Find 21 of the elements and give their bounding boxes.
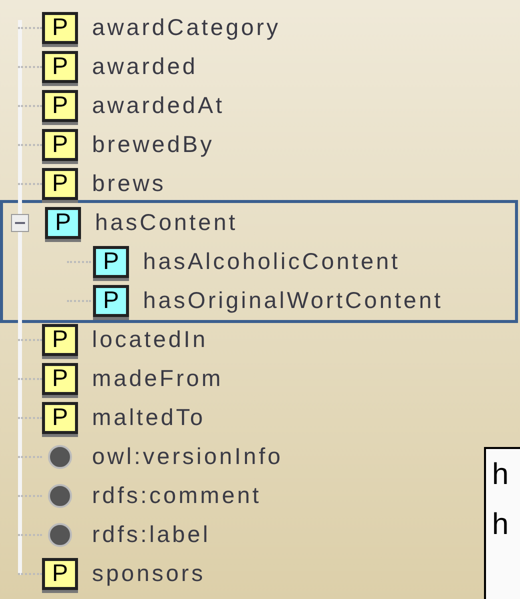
tree-item-label[interactable]: awardCategory [92, 10, 280, 45]
tree-item-label[interactable]: brewedBy [92, 127, 214, 162]
bullet-icon [47, 444, 73, 470]
tree-item-label[interactable]: madeFrom [92, 361, 224, 396]
tree-item-label[interactable]: maltedTo [92, 400, 206, 435]
bullet-icon [47, 522, 73, 548]
tree-item-label[interactable]: awardedAt [92, 88, 224, 123]
tree-item-label[interactable]: owl:versionInfo [92, 439, 283, 474]
tree-item-label[interactable]: sponsors [92, 556, 206, 591]
tree-item-label[interactable]: rdfs:comment [92, 478, 262, 513]
collapse-toggle[interactable] [11, 214, 29, 232]
tree-item-label[interactable]: awarded [92, 49, 198, 84]
bullet-icon [47, 482, 73, 508]
callout-text: h [492, 507, 510, 543]
tree-item-label[interactable]: rdfs:label [92, 517, 210, 552]
tree-item-label[interactable]: brews [92, 166, 166, 201]
tree-item-label[interactable]: hasAlcoholicContent [143, 244, 400, 279]
tree-item-label[interactable]: locatedIn [92, 322, 208, 357]
tree-item-label[interactable]: hasOriginalWortContent [143, 283, 444, 318]
tree-item-label[interactable]: hasContent [95, 205, 238, 240]
callout-text: h [492, 457, 510, 493]
